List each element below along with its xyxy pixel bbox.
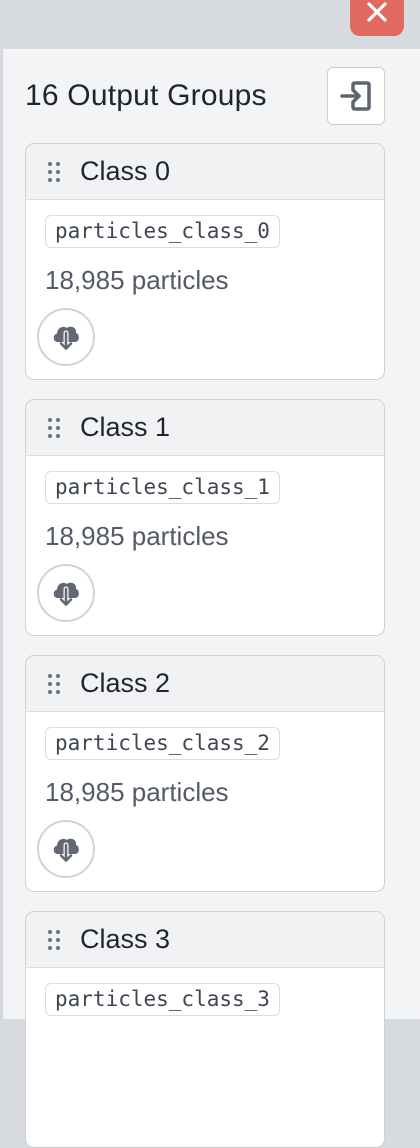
output-group-card: Class 0 particles_class_0 18,985 particl… bbox=[25, 143, 385, 380]
card-header[interactable]: Class 0 bbox=[26, 144, 384, 200]
drag-handle-icon[interactable] bbox=[46, 416, 62, 440]
card-title: Class 0 bbox=[80, 156, 171, 186]
cloud-download-icon bbox=[53, 326, 79, 351]
card-title: Class 3 bbox=[80, 924, 171, 954]
drag-handle-icon[interactable] bbox=[46, 672, 62, 696]
cloud-download-icon bbox=[53, 582, 79, 607]
particle-count: 18,985 particles bbox=[45, 265, 229, 295]
close-button[interactable] bbox=[350, 0, 404, 36]
output-group-card: Class 1 particles_class_1 18,985 particl… bbox=[25, 399, 385, 636]
card-header[interactable]: Class 3 bbox=[26, 912, 384, 968]
drag-handle-icon[interactable] bbox=[46, 928, 62, 952]
output-groups-panel: 16 Output Groups Class 0 particles_class… bbox=[2, 49, 420, 1148]
download-button[interactable] bbox=[37, 564, 95, 622]
particle-count: 18,985 particles bbox=[45, 777, 229, 807]
output-group-card: Class 2 particles_class_2 18,985 particl… bbox=[25, 655, 385, 892]
particle-count: 18,985 particles bbox=[45, 521, 229, 551]
panel-title: 16 Output Groups bbox=[25, 79, 267, 112]
drag-handle-icon[interactable] bbox=[46, 160, 62, 184]
panel-header: 16 Output Groups bbox=[25, 67, 385, 125]
cloud-download-icon bbox=[53, 838, 79, 863]
card-header[interactable]: Class 1 bbox=[26, 400, 384, 456]
group-name-chip: particles_class_0 bbox=[45, 215, 280, 248]
card-title: Class 1 bbox=[80, 412, 171, 442]
card-title: Class 2 bbox=[80, 668, 171, 698]
group-name-chip: particles_class_3 bbox=[45, 983, 280, 1016]
group-name-chip: particles_class_2 bbox=[45, 727, 280, 760]
close-icon bbox=[367, 2, 387, 22]
download-button[interactable] bbox=[37, 820, 95, 878]
export-button[interactable] bbox=[327, 67, 385, 125]
output-group-card: Class 3 particles_class_3 bbox=[25, 911, 385, 1148]
card-header[interactable]: Class 2 bbox=[26, 656, 384, 712]
sign-in-icon bbox=[340, 81, 371, 111]
group-name-chip: particles_class_1 bbox=[45, 471, 280, 504]
download-button[interactable] bbox=[37, 308, 95, 366]
